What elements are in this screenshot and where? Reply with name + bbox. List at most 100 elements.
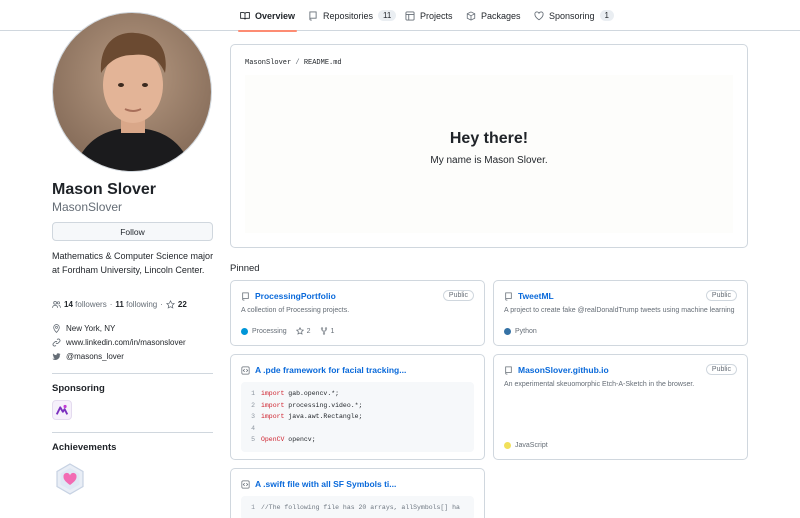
star-icon	[295, 327, 304, 335]
profile-twitter[interactable]: @masons_lover	[52, 352, 124, 361]
repo-meta: Processing 2 1	[241, 327, 334, 335]
sponsoring-heading: Sponsoring	[52, 383, 105, 394]
repo-description: A collection of Processing projects.	[241, 307, 350, 314]
readme-owner-link[interactable]: MasonSlover	[245, 59, 291, 67]
stars-link[interactable]: 22	[165, 300, 187, 309]
visibility-badge: Public	[705, 364, 737, 375]
followers-label: followers	[75, 300, 107, 309]
visibility-badge: Public	[705, 290, 737, 301]
achievements-heading: Achievements	[52, 442, 117, 453]
code-square-icon	[241, 365, 250, 375]
pinned-gist-card: A .pde framework for facial tracking... …	[230, 354, 485, 460]
line-number: 1	[251, 390, 255, 398]
sponsoring-count-badge: 1	[599, 10, 614, 21]
readme-file-link[interactable]: README.md	[304, 59, 342, 67]
link-icon	[52, 338, 61, 347]
readme-path: MasonSlover / README.md	[245, 59, 342, 67]
repo-title-link[interactable]: TweetML	[504, 291, 554, 301]
line-number: 2	[251, 401, 255, 409]
location-text: New York, NY	[66, 324, 116, 333]
twitter-icon	[52, 353, 61, 360]
line-number: 5	[251, 436, 255, 444]
fork-icon	[320, 327, 327, 335]
following-count: 11	[115, 300, 124, 309]
repo-meta: Python	[504, 328, 537, 335]
location-icon	[53, 324, 60, 333]
repo-stars-link[interactable]: 2	[295, 327, 311, 335]
book-icon	[240, 11, 250, 21]
path-separator: /	[295, 59, 300, 67]
repo-title-link[interactable]: ProcessingPortfolio	[241, 291, 336, 301]
code-line: 5 OpenCV opencv;	[241, 434, 474, 446]
repo-name: ProcessingPortfolio	[255, 291, 336, 301]
repo-forks-link[interactable]: 1	[320, 327, 335, 335]
package-icon	[466, 10, 476, 21]
code-text: processing.video.*;	[284, 401, 363, 409]
follow-button[interactable]: Follow	[52, 222, 213, 241]
pinned-repo-card: MasonSlover.github.io Public An experime…	[493, 354, 748, 460]
code-comment: //The following file has 20 arrays, allS…	[261, 504, 460, 512]
profile-bio: Mathematics & Computer Science major at …	[52, 251, 214, 275]
gist-title-link[interactable]: A .pde framework for facial tracking...	[241, 365, 406, 375]
readme-subheading: My name is Mason Slover.	[430, 155, 548, 166]
profile-website[interactable]: www.linkedin.com/in/masonslover	[52, 338, 186, 347]
gist-name: A .swift file with all SF Symbols ti...	[255, 479, 397, 489]
repo-icon	[308, 11, 318, 21]
profile-avatar[interactable]	[52, 12, 212, 172]
language-color-dot	[241, 327, 248, 335]
tab-label: Projects	[420, 10, 453, 21]
code-keyword: OpenCV	[261, 436, 285, 444]
people-icon	[52, 301, 61, 308]
code-line: 3 import java.awt.Rectangle;	[241, 411, 474, 423]
line-number: 4	[251, 424, 255, 432]
heart-icon	[534, 11, 544, 21]
repo-icon	[505, 365, 512, 375]
following-link[interactable]: 11 following	[115, 300, 157, 309]
pinned-gist-card: A .swift file with all SF Symbols ti... …	[230, 468, 485, 518]
achievement-badge[interactable]	[53, 462, 87, 496]
repo-icon	[242, 291, 249, 301]
code-keyword: import	[261, 390, 285, 398]
profile-username: MasonSlover	[52, 200, 123, 214]
pinned-repo-card: ProcessingPortfolio Public A collection …	[230, 280, 485, 346]
repo-description: A project to create fake @realDonaldTrum…	[504, 307, 735, 314]
line-number: 3	[251, 413, 255, 421]
code-square-icon	[241, 479, 250, 489]
tab-packages[interactable]: Packages	[466, 0, 521, 31]
language-color-dot	[504, 328, 511, 335]
repo-name: TweetML	[518, 291, 554, 301]
repo-icon	[505, 291, 512, 301]
language-color-dot	[504, 442, 511, 449]
code-line: 2 import processing.video.*;	[241, 400, 474, 412]
followers-link[interactable]: 14 followers	[64, 300, 107, 309]
website-link[interactable]: www.linkedin.com/in/masonslover	[66, 338, 186, 347]
tab-label: Overview	[255, 10, 296, 21]
twitter-handle[interactable]: @masons_lover	[66, 352, 124, 361]
tab-overview[interactable]: Overview	[237, 0, 298, 32]
repo-title-link[interactable]: MasonSlover.github.io	[504, 365, 609, 375]
separator-dot: ·	[160, 300, 163, 309]
tab-repositories[interactable]: Repositories 11	[308, 0, 397, 31]
tab-label: Sponsoring	[549, 10, 595, 21]
repo-forks-count: 1	[330, 327, 335, 335]
repo-stars-count: 2	[306, 327, 311, 335]
code-text: opencv;	[284, 436, 316, 444]
profile-full-name: Mason Slover	[52, 181, 157, 198]
gist-title-link[interactable]: A .swift file with all SF Symbols ti...	[241, 479, 396, 489]
tab-label: Repositories	[323, 10, 374, 21]
star-icon	[165, 300, 175, 309]
repo-meta: JavaScript	[504, 442, 548, 449]
sidebar-divider	[52, 432, 213, 433]
table-icon	[405, 11, 415, 21]
gist-name: A .pde framework for facial tracking...	[255, 365, 407, 375]
gist-code-preview: 1 //The following file has 20 arrays, all…	[241, 496, 474, 518]
code-keyword: import	[261, 413, 285, 421]
sponsored-user-avatar[interactable]	[52, 400, 72, 420]
profile-location: New York, NY	[52, 324, 115, 333]
visibility-badge: Public	[442, 290, 474, 301]
code-text: java.awt.Rectangle;	[284, 413, 363, 421]
stars-count: 22	[177, 300, 187, 309]
tab-projects[interactable]: Projects	[405, 0, 453, 31]
tab-sponsoring[interactable]: Sponsoring 1	[534, 0, 614, 31]
pinned-repo-card: TweetML Public A project to create fake …	[493, 280, 748, 346]
